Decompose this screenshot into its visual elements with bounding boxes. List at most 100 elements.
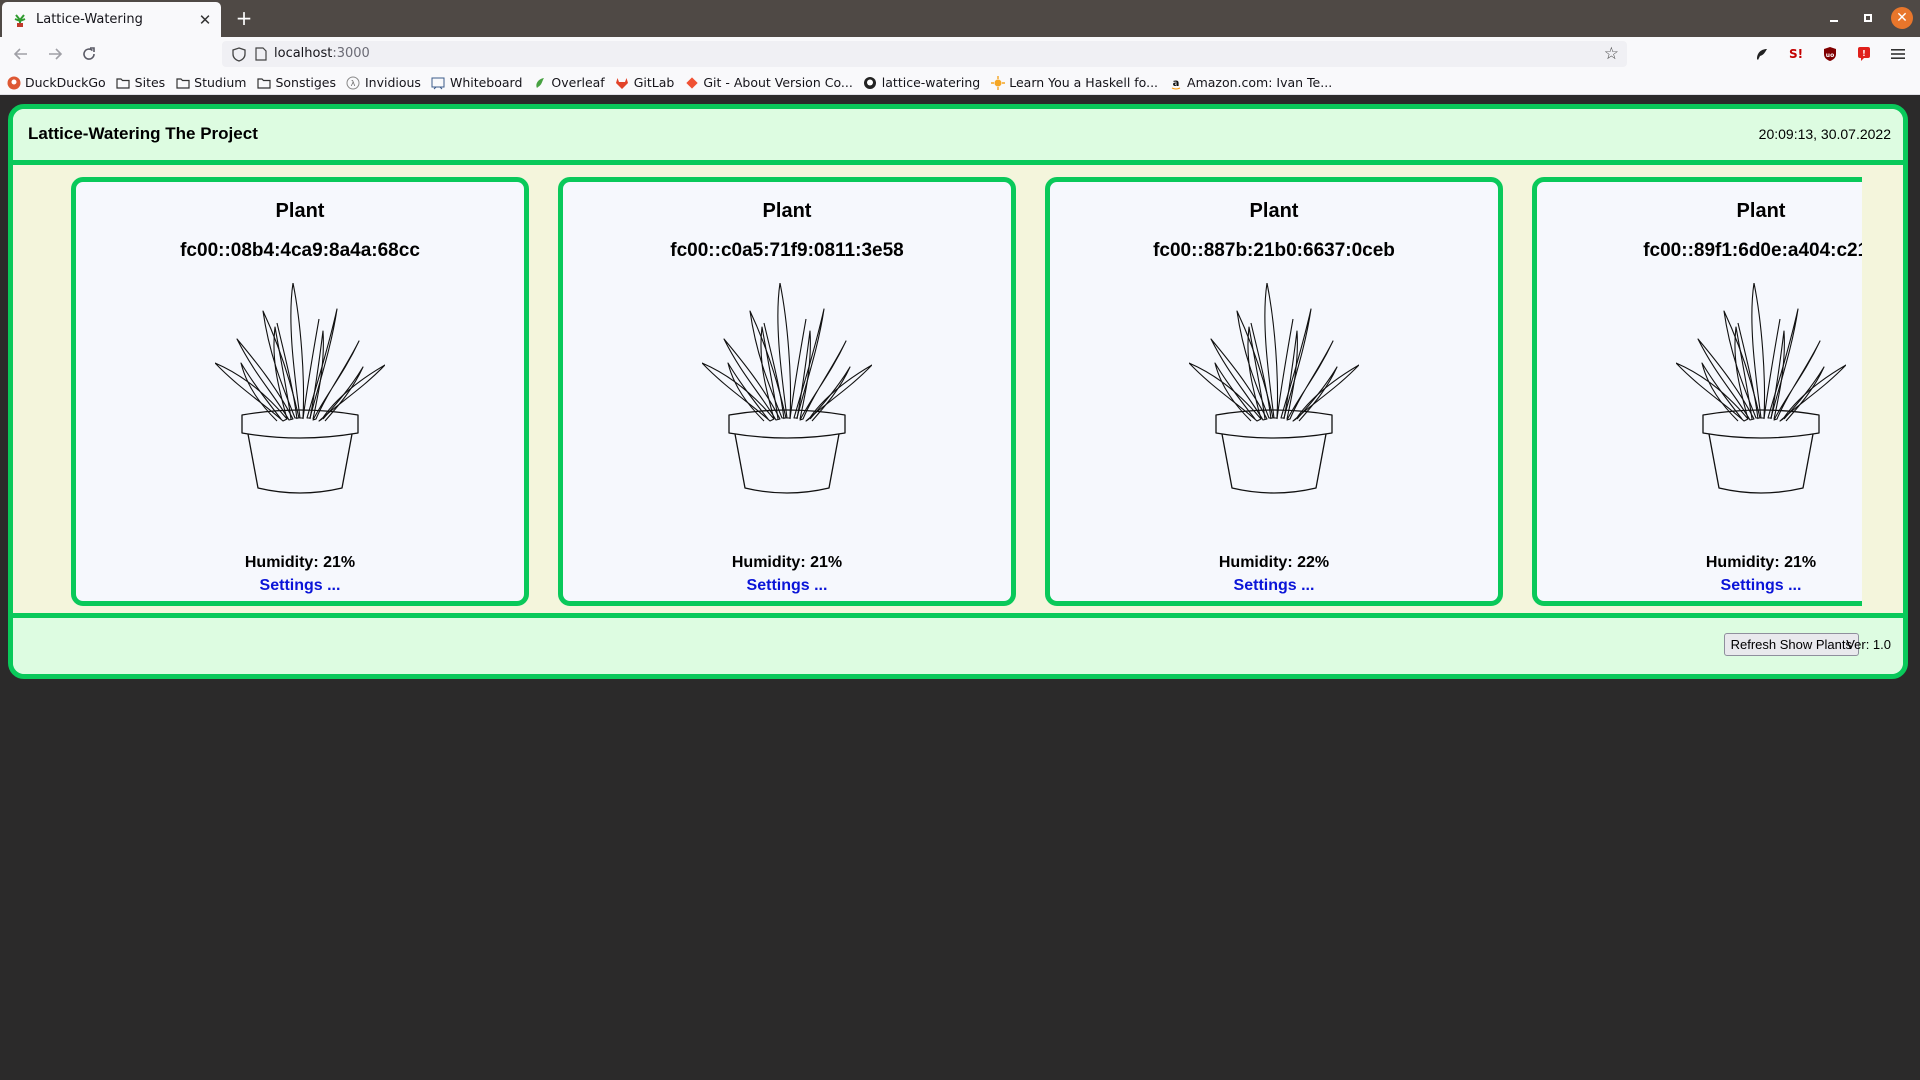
plant-card-title: Plant bbox=[1249, 200, 1299, 222]
plant-favicon-icon bbox=[12, 12, 28, 28]
plant-settings-link[interactable]: Settings ... bbox=[563, 577, 1011, 595]
bookmark-item[interactable]: lattice-watering bbox=[863, 75, 980, 90]
url-text[interactable]: localhost:3000 bbox=[274, 46, 370, 61]
bookmark-label: GitLab bbox=[633, 75, 675, 90]
shield-icon[interactable] bbox=[230, 45, 248, 63]
refresh-show-plants-button[interactable]: Refresh Show Plants bbox=[1723, 633, 1859, 656]
bookmark-label: DuckDuckGo bbox=[25, 75, 106, 90]
plant-cards-scroller[interactable]: Plant fc00::08b4:4ca9:8a4a:68cc Humidity… bbox=[71, 177, 1862, 606]
plant-card: Plant fc00::89f1:6d0e:a404:c212 Humidity… bbox=[1532, 177, 1862, 606]
bookmark-item[interactable]: Sites bbox=[116, 75, 166, 90]
tab-lattice-watering[interactable]: Lattice-Watering ✕ bbox=[2, 2, 221, 37]
new-tab-button[interactable]: + bbox=[232, 6, 256, 30]
sun-icon bbox=[990, 75, 1005, 90]
url-host: localhost bbox=[274, 46, 333, 61]
bookmark-label: Amazon.com: Ivan Te... bbox=[1187, 75, 1333, 90]
whiteboard-icon bbox=[431, 75, 446, 90]
svg-text:a: a bbox=[1172, 78, 1179, 89]
svg-text:!: ! bbox=[1862, 49, 1866, 58]
potted-plant-icon bbox=[701, 282, 873, 498]
plant-settings-link[interactable]: Settings ... bbox=[76, 577, 524, 595]
maximize-window-icon[interactable] bbox=[1858, 8, 1878, 28]
extension-red-icon[interactable]: ! bbox=[1855, 45, 1873, 63]
git-icon bbox=[684, 75, 699, 90]
github-icon bbox=[863, 75, 878, 90]
potted-plant-icon bbox=[214, 282, 386, 498]
svg-text:λ: λ bbox=[351, 79, 356, 88]
potted-plant-icon bbox=[1188, 282, 1360, 498]
close-tab-icon[interactable]: ✕ bbox=[195, 10, 215, 30]
plus-icon: + bbox=[235, 6, 253, 30]
svg-text:uo: uo bbox=[1826, 52, 1834, 59]
version-label: Ver: 1.0 bbox=[1846, 637, 1891, 652]
bookmark-item[interactable]: a Amazon.com: Ivan Te... bbox=[1168, 75, 1332, 90]
plant-card: Plant fc00::08b4:4ca9:8a4a:68cc Humidity… bbox=[71, 177, 529, 606]
plant-card-title: Plant bbox=[275, 200, 325, 222]
datetime-display: 20:09:13, 30.07.2022 bbox=[1758, 126, 1891, 142]
plants-area: Plant fc00::08b4:4ca9:8a4a:68cc Humidity… bbox=[13, 165, 1903, 623]
invidious-icon: λ bbox=[346, 75, 361, 90]
plant-settings-link[interactable]: Settings ... bbox=[1537, 577, 1862, 595]
extension-icon[interactable] bbox=[1753, 45, 1771, 63]
bookmark-item[interactable]: λ Invidious bbox=[346, 75, 421, 90]
plant-address: fc00::887b:21b0:6637:0ceb bbox=[1153, 240, 1395, 261]
bookmark-item[interactable]: Git - About Version Co... bbox=[684, 75, 853, 90]
bookmark-item[interactable]: Overleaf bbox=[532, 75, 605, 90]
tab-title: Lattice-Watering bbox=[36, 12, 143, 27]
bookmark-item[interactable]: Studium bbox=[175, 75, 246, 90]
plant-address: fc00::08b4:4ca9:8a4a:68cc bbox=[180, 240, 420, 261]
humidity-readout: Humidity: 22% bbox=[1218, 554, 1330, 571]
ublock-icon[interactable]: uo bbox=[1821, 45, 1839, 63]
humidity-readout: Humidity: 21% bbox=[244, 554, 356, 571]
plant-settings-link[interactable]: Settings ... bbox=[1050, 577, 1498, 595]
minimize-window-icon[interactable] bbox=[1824, 8, 1844, 28]
url-bar[interactable]: localhost:3000 ☆ bbox=[222, 41, 1627, 67]
plant-card-title: Plant bbox=[1736, 200, 1786, 222]
bookmark-label: Learn You a Haskell fo... bbox=[1009, 75, 1159, 90]
page-info-icon[interactable] bbox=[252, 45, 270, 63]
url-port: :3000 bbox=[332, 46, 370, 61]
gitlab-icon bbox=[615, 75, 630, 90]
bookmark-label: Invidious bbox=[364, 75, 421, 90]
bookmark-label: Sonstiges bbox=[275, 75, 336, 90]
bookmark-label: lattice-watering bbox=[881, 75, 981, 90]
plant-card: Plant fc00::c0a5:71f9:0811:3e58 Humidity… bbox=[558, 177, 1016, 606]
folder-icon bbox=[256, 75, 271, 90]
bookmark-item[interactable]: GitLab bbox=[615, 75, 675, 90]
hamburger-menu-icon[interactable] bbox=[1889, 45, 1907, 63]
bookmarks-toolbar: DuckDuckGo Sites Studium Sonstiges λ Invidiou… bbox=[0, 71, 1920, 95]
app-container: Lattice-Watering The Project 20:09:13, 3… bbox=[8, 104, 1908, 679]
reload-icon[interactable] bbox=[78, 43, 100, 65]
overleaf-icon bbox=[532, 75, 547, 90]
bookmark-label: Studium bbox=[194, 75, 247, 90]
plant-address: fc00::89f1:6d0e:a404:c212 bbox=[1643, 240, 1862, 261]
plant-card-title: Plant bbox=[762, 200, 812, 222]
navigation-toolbar: localhost:3000 ☆ S! uo ! bbox=[0, 37, 1920, 71]
bookmark-item[interactable]: Sonstiges bbox=[256, 75, 336, 90]
forward-arrow-icon[interactable] bbox=[44, 43, 66, 65]
extension-s-icon[interactable]: S! bbox=[1787, 45, 1805, 63]
humidity-readout: Humidity: 21% bbox=[1705, 554, 1817, 571]
bookmark-item[interactable]: DuckDuckGo bbox=[6, 75, 106, 90]
bookmark-label: Git - About Version Co... bbox=[703, 75, 853, 90]
bookmark-label: Overleaf bbox=[551, 75, 605, 90]
bookmark-item[interactable]: Whiteboard bbox=[431, 75, 522, 90]
app-header: Lattice-Watering The Project 20:09:13, 3… bbox=[13, 109, 1903, 165]
tab-bar: Lattice-Watering ✕ + ✕ bbox=[0, 0, 1920, 37]
plant-card: Plant fc00::887b:21b0:6637:0ceb Humidity… bbox=[1045, 177, 1503, 606]
duckduckgo-icon bbox=[6, 75, 21, 90]
folder-icon bbox=[175, 75, 190, 90]
close-window-icon[interactable]: ✕ bbox=[1891, 7, 1913, 29]
potted-plant-icon bbox=[1675, 282, 1847, 498]
app-footer: Refresh Show Plants Ver: 1.0 bbox=[13, 613, 1903, 674]
bookmark-label: Whiteboard bbox=[449, 75, 523, 90]
amazon-icon: a bbox=[1168, 75, 1183, 90]
bookmark-star-icon[interactable]: ☆ bbox=[1604, 44, 1619, 64]
bookmark-label: Sites bbox=[134, 75, 166, 90]
plant-address: fc00::c0a5:71f9:0811:3e58 bbox=[670, 240, 904, 261]
page-title: Lattice-Watering The Project bbox=[28, 124, 258, 143]
back-arrow-icon[interactable] bbox=[10, 43, 32, 65]
humidity-readout: Humidity: 21% bbox=[731, 554, 843, 571]
bookmark-item[interactable]: Learn You a Haskell fo... bbox=[990, 75, 1158, 90]
folder-icon bbox=[116, 75, 131, 90]
